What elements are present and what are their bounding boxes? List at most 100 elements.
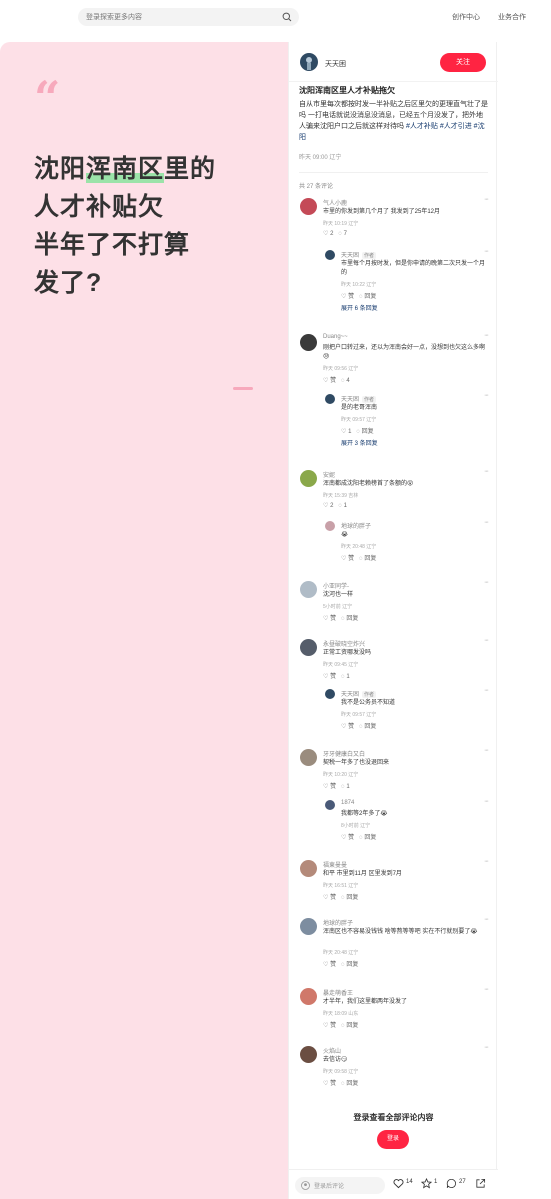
like-icon[interactable]: ♡	[323, 503, 328, 509]
reply-icon[interactable]: ◌	[341, 895, 345, 901]
commenter-avatar[interactable]	[300, 581, 317, 598]
business-link[interactable]: 业务合作	[498, 12, 526, 22]
more-icon[interactable]: ···	[484, 579, 489, 586]
search-input[interactable]	[86, 8, 276, 26]
like-icon[interactable]: ♡	[323, 231, 328, 237]
commenter-avatar[interactable]	[325, 689, 335, 699]
like-icon[interactable]: ♡	[323, 674, 328, 680]
commenter-name[interactable]: 天天困 作者	[341, 394, 377, 403]
more-icon[interactable]: ···	[484, 687, 489, 694]
like-icon[interactable]: ♡	[323, 1081, 328, 1087]
commenter-avatar[interactable]	[325, 250, 335, 260]
reply-icon[interactable]: ◌	[359, 294, 363, 300]
commenter-avatar[interactable]	[300, 470, 317, 487]
commenter-avatar[interactable]	[300, 918, 317, 935]
more-icon[interactable]: ···	[484, 392, 489, 399]
like-icon[interactable]: ♡	[323, 1023, 328, 1029]
commenter-name[interactable]: 永昼破晓空炸兴	[323, 639, 365, 648]
reply-icon[interactable]: ◌	[359, 724, 363, 730]
commenter-name[interactable]: 福東曼曼	[323, 860, 347, 869]
reply-icon[interactable]: ◌	[341, 674, 345, 680]
more-icon[interactable]: ···	[484, 858, 489, 865]
more-icon[interactable]: ···	[484, 986, 489, 993]
comment-like-count: 赞	[348, 294, 355, 300]
reply-icon[interactable]: ◌	[359, 835, 363, 841]
more-icon[interactable]: ···	[484, 1044, 489, 1051]
like-icon[interactable]: ♡	[341, 294, 346, 300]
follow-button[interactable]: 关注	[440, 53, 486, 72]
login-button[interactable]: 登录	[377, 1130, 409, 1149]
like-icon[interactable]: ♡	[323, 895, 328, 901]
commenter-name[interactable]: 气人小鹿	[323, 198, 347, 207]
search-box[interactable]	[78, 8, 299, 26]
image-indicator[interactable]	[233, 387, 253, 390]
more-icon[interactable]: ···	[484, 519, 489, 526]
commenter-name[interactable]: 火焰山	[323, 1046, 341, 1055]
commenter-name[interactable]: 天天困 作者	[341, 689, 377, 698]
like-icon[interactable]: ♡	[323, 784, 328, 790]
note-date: 昨天 09:00 辽宁	[299, 155, 342, 161]
comment-icon[interactable]	[446, 1178, 457, 1189]
more-icon[interactable]: ···	[484, 468, 489, 475]
commenter-avatar[interactable]	[300, 1046, 317, 1063]
more-icon[interactable]: ···	[484, 747, 489, 754]
commenter-name[interactable]: Duang~~	[323, 334, 348, 340]
reply-icon[interactable]: ◌	[341, 616, 345, 622]
reply-icon[interactable]: ◌	[341, 1081, 345, 1087]
like-icon[interactable]: ♡	[323, 962, 328, 968]
reply-icon[interactable]: ◌	[359, 556, 363, 562]
like-icon[interactable]: ♡	[341, 429, 346, 435]
commenter-avatar[interactable]	[300, 198, 317, 215]
like-icon[interactable]: ♡	[323, 616, 328, 622]
more-icon[interactable]: ···	[484, 798, 489, 805]
reply-icon[interactable]: ◌	[341, 378, 345, 384]
commenter-avatar[interactable]	[300, 749, 317, 766]
commenter-name-text: 气人小鹿	[323, 201, 348, 207]
like-icon[interactable]: ♡	[341, 556, 346, 562]
commenter-name[interactable]: 暴走萌香王	[323, 988, 353, 997]
reply-icon[interactable]: ◌	[338, 503, 342, 509]
hashtag-link[interactable]: #人才引进	[440, 123, 472, 130]
commenter-avatar[interactable]	[325, 394, 335, 404]
search-icon[interactable]	[282, 12, 292, 22]
like-icon[interactable]: ♡	[323, 378, 328, 384]
reply-icon[interactable]: ◌	[341, 962, 345, 968]
comment-input[interactable]: 登录后评论	[295, 1177, 385, 1194]
commenter-name[interactable]: 小亚同学-	[323, 581, 349, 590]
star-icon[interactable]	[421, 1178, 432, 1189]
more-icon[interactable]: ···	[484, 332, 489, 339]
commenter-avatar[interactable]	[300, 639, 317, 656]
commenter-name[interactable]: 安妮	[323, 470, 335, 479]
more-icon[interactable]: ···	[484, 637, 489, 644]
like-icon[interactable]	[393, 1178, 404, 1189]
more-icon[interactable]: ···	[484, 196, 489, 203]
author-avatar[interactable]	[300, 53, 318, 71]
reply-icon[interactable]: ◌	[356, 429, 360, 435]
more-icon[interactable]: ···	[484, 248, 489, 255]
commenter-name[interactable]: 地球的胖子	[341, 521, 371, 530]
like-icon[interactable]: ♡	[341, 724, 346, 730]
commenter-avatar[interactable]	[300, 860, 317, 877]
commenter-name[interactable]: 地球的胖子	[323, 918, 353, 927]
commenter-avatar[interactable]	[325, 800, 335, 810]
expand-replies-link[interactable]: 展开 3 条回复	[341, 438, 378, 447]
commenter-name[interactable]: 天天困 作者	[341, 250, 377, 259]
commenter-avatar[interactable]	[325, 521, 335, 531]
expand-replies-link[interactable]: 展开 6 条回复	[341, 303, 378, 312]
comment-text: 契税一年多了也没退回来	[323, 760, 390, 766]
hashtag-link[interactable]: #人才补贴	[406, 123, 438, 130]
reply-icon[interactable]: ◌	[338, 231, 342, 237]
reply-icon[interactable]: ◌	[341, 784, 345, 790]
comment-meta: 昨天 09:45 辽宁	[323, 662, 359, 668]
commenter-avatar[interactable]	[300, 988, 317, 1005]
commenter-avatar[interactable]	[300, 334, 317, 351]
creator-center-link[interactable]: 创作中心	[452, 12, 480, 22]
like-icon[interactable]: ♡	[341, 835, 346, 841]
commenter-name[interactable]: 牙牙健康白又白	[323, 749, 365, 758]
share-icon[interactable]	[475, 1178, 486, 1189]
reply-icon[interactable]: ◌	[341, 1023, 345, 1029]
author-name[interactable]: 天天困	[325, 59, 346, 69]
comment-actions: ♡ 1 ◌ 回复	[341, 426, 374, 435]
more-icon[interactable]: ···	[484, 916, 489, 923]
commenter-name[interactable]: 1874	[341, 800, 354, 806]
